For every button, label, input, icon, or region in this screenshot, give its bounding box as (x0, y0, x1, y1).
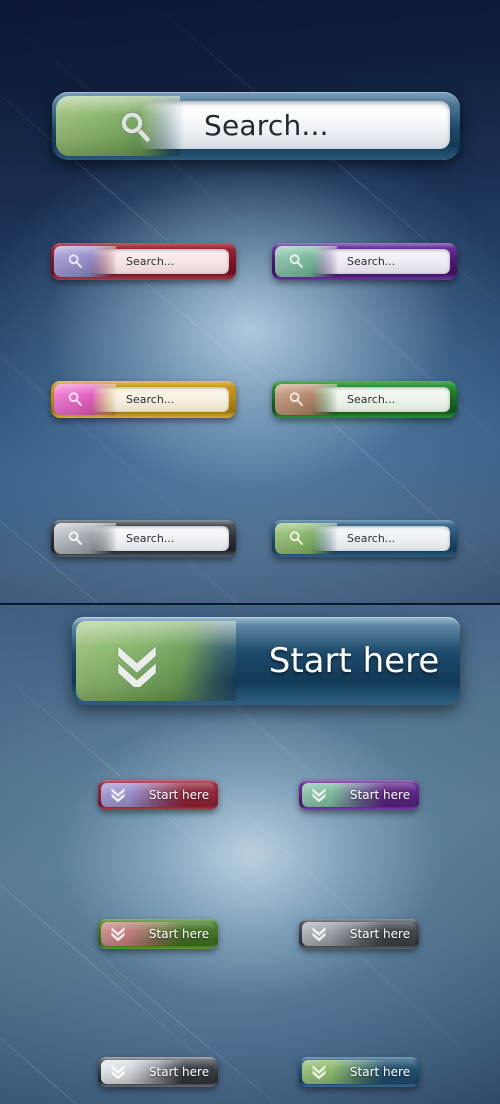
search-bar-variant-3[interactable]: Search... (51, 381, 236, 418)
magnifier-icon (289, 254, 303, 268)
start-button-label: Start here (148, 788, 210, 802)
search-input[interactable]: Search... (91, 387, 229, 412)
magnifier-icon (68, 254, 82, 268)
search-bar-variant-4[interactable]: Search... (272, 381, 457, 418)
featured-search-bar[interactable]: Search... (52, 92, 460, 160)
start-button-label: Start here (268, 641, 440, 681)
start-button-label: Start here (349, 927, 411, 941)
double-chevron-down-icon (312, 788, 326, 802)
magnifier-icon (120, 111, 150, 142)
search-placeholder: Search... (204, 108, 329, 142)
search-input[interactable]: Search... (91, 249, 229, 274)
start-button-variant-4[interactable]: Start here (299, 919, 419, 949)
search-input[interactable]: Search... (312, 249, 450, 274)
start-button-variant-1[interactable]: Start here (98, 780, 218, 810)
start-button-label: Start here (349, 1065, 411, 1079)
search-bar-variant-2[interactable]: Search... (272, 243, 457, 280)
magnifier-icon (289, 392, 303, 406)
search-input[interactable]: Search... (91, 526, 229, 551)
double-chevron-down-icon (111, 788, 125, 802)
start-button-variant-2[interactable]: Start here (299, 780, 419, 810)
start-button-variant-5[interactable]: Start here (98, 1057, 218, 1087)
double-chevron-down-icon (312, 927, 326, 941)
search-placeholder: Search... (347, 255, 396, 268)
double-chevron-down-icon (312, 1065, 326, 1079)
start-button-variant-3[interactable]: Start here (98, 919, 218, 949)
background-streaks (0, 0, 500, 605)
start-showcase-panel: Start here Start here Start here Start h… (0, 605, 500, 1104)
search-input[interactable]: Search... (312, 387, 450, 412)
double-chevron-down-icon (111, 1065, 125, 1079)
double-chevron-down-icon (111, 927, 125, 941)
search-bar-variant-1[interactable]: Search... (51, 243, 236, 280)
magnifier-icon (68, 531, 82, 545)
start-button-label: Start here (349, 788, 411, 802)
double-chevron-down-icon (117, 644, 157, 687)
start-button-body: Start here (76, 621, 456, 701)
search-input[interactable]: Search... (138, 101, 450, 149)
start-button-variant-6[interactable]: Start here (299, 1057, 419, 1087)
search-input[interactable]: Search... (312, 526, 450, 551)
search-placeholder: Search... (347, 532, 396, 545)
search-placeholder: Search... (126, 532, 175, 545)
search-bar-variant-5[interactable]: Search... (51, 520, 236, 557)
start-button-label: Start here (148, 927, 210, 941)
search-placeholder: Search... (126, 393, 175, 406)
start-button-label: Start here (148, 1065, 210, 1079)
magnifier-icon (68, 392, 82, 406)
magnifier-icon (289, 531, 303, 545)
screenshot-canvas: Search... Search... Search... Search... … (0, 0, 500, 1104)
search-placeholder: Search... (347, 393, 396, 406)
search-bar-variant-6[interactable]: Search... (272, 520, 457, 557)
search-showcase-panel: Search... Search... Search... Search... … (0, 0, 500, 605)
search-placeholder: Search... (126, 255, 175, 268)
featured-start-button[interactable]: Start here (72, 617, 460, 705)
